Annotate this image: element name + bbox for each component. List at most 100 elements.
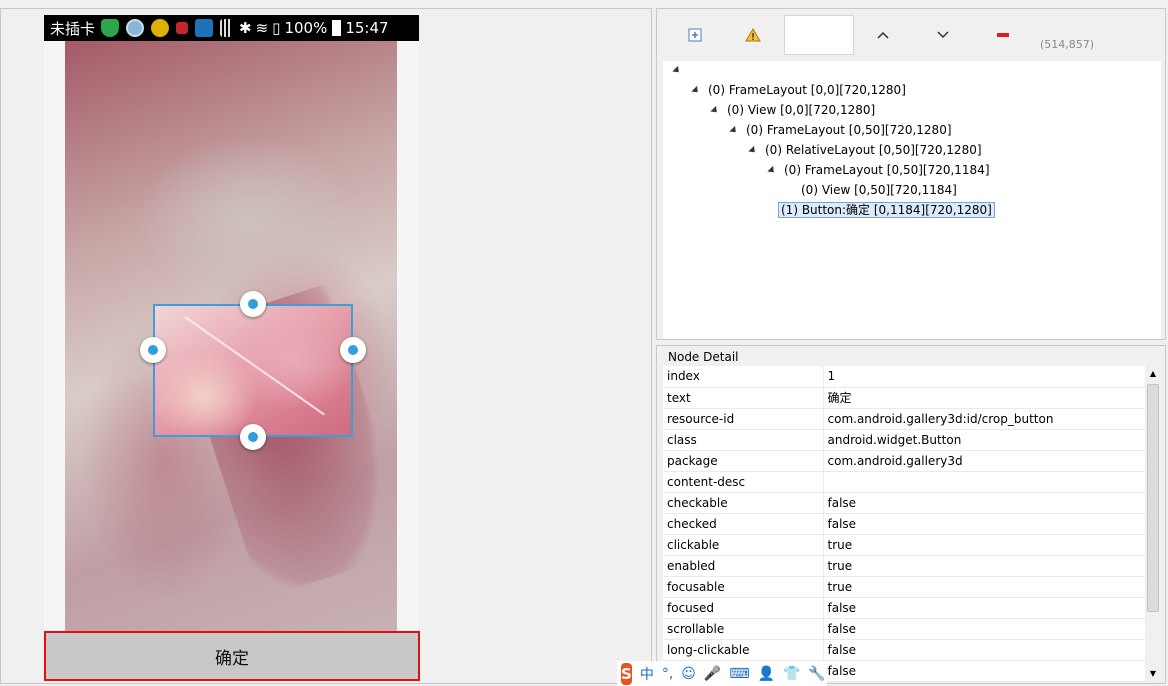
carrier-label: 未插卡: [50, 19, 96, 38]
crop-rectangle[interactable]: [153, 304, 353, 437]
detail-key: text: [663, 387, 824, 409]
detail-value[interactable]: com.android.gallery3d: [823, 450, 1145, 472]
minus-icon: [997, 33, 1009, 37]
crop-image[interactable]: [65, 41, 415, 639]
detail-key: resource-id: [663, 408, 824, 430]
tree-node[interactable]: (0) RelativeLayout [0,50][720,1280]: [748, 141, 982, 159]
crop-handle-bottom[interactable]: [240, 424, 266, 450]
crop-handle-left[interactable]: [140, 337, 166, 363]
move-up-button[interactable]: [872, 24, 894, 46]
crop-handle-top[interactable]: [240, 291, 266, 317]
status-bar: 未插卡 ✱ ≋ ▯ 100% 15:47: [44, 15, 419, 41]
remove-button[interactable]: [992, 24, 1014, 46]
confirm-button[interactable]: 确定: [44, 631, 420, 681]
detail-row[interactable]: class android.widget.Button: [663, 429, 1145, 451]
node-detail-table[interactable]: index 1 text 确定 resource-id com.android.gal…: [663, 366, 1145, 682]
warning-icon: [745, 28, 761, 42]
expand-all-button[interactable]: [684, 24, 706, 46]
punctuation-icon[interactable]: °,: [662, 666, 673, 682]
coordinate-readout: (514,857): [1040, 38, 1095, 51]
detail-row[interactable]: checkable false: [663, 492, 1145, 514]
tools-icon[interactable]: 🔧: [808, 666, 825, 682]
detail-value[interactable]: false: [823, 597, 1145, 619]
ime-toolbar[interactable]: S 中 °, ☺ 🎤 ⌨ 👤 👕 🔧: [617, 661, 827, 686]
detail-value[interactable]: false: [823, 513, 1145, 535]
expand-arrow-icon[interactable]: [691, 85, 701, 96]
detail-key: content-desc: [663, 471, 824, 493]
warning-button[interactable]: [742, 24, 764, 46]
expand-arrow-icon[interactable]: [748, 145, 758, 156]
detail-row[interactable]: resource-id com.android.gallery3d:id/crop…: [663, 408, 1145, 430]
keyboard-icon[interactable]: ⌨: [729, 666, 749, 682]
expand-arrow-icon[interactable]: [710, 105, 720, 116]
shield-icon: [101, 19, 120, 37]
detail-key: long-clickable: [663, 639, 824, 661]
tree-node[interactable]: (0) FrameLayout [0,0][720,1280]: [691, 81, 906, 99]
detail-row[interactable]: content-desc: [663, 471, 1145, 493]
tree-node[interactable]: (0) View [0,50][720,1184]: [801, 181, 957, 199]
toolbar: (514,857): [657, 9, 1165, 61]
detail-row[interactable]: clickable true: [663, 534, 1145, 556]
tree-node[interactable]: (0) FrameLayout [0,50][720,1184]: [767, 161, 990, 179]
detail-scrollbar[interactable]: ▲ ▼: [1145, 366, 1161, 682]
scroll-up-button[interactable]: ▲: [1145, 366, 1161, 382]
detail-value[interactable]: 确定: [823, 387, 1145, 409]
microphone-icon[interactable]: 🎤: [704, 666, 721, 682]
scroll-down-button[interactable]: ▼: [1145, 666, 1161, 682]
detail-row[interactable]: index 1: [663, 366, 1145, 388]
skin-icon[interactable]: 👕: [783, 666, 800, 682]
detail-row[interactable]: focusable true: [663, 576, 1145, 598]
device-screen[interactable]: 未插卡 ✱ ≋ ▯ 100% 15:47: [44, 15, 419, 683]
node-detail-panel: Node Detail index 1 text 确定 resource-id com…: [656, 345, 1166, 684]
chevron-down-icon: [937, 31, 949, 39]
battery-percent: 100%: [284, 19, 328, 37]
tree-node-root[interactable]: [672, 61, 689, 79]
detail-row[interactable]: enabled true: [663, 555, 1145, 577]
detail-value[interactable]: false: [823, 492, 1145, 514]
ime-mode-toggle[interactable]: 中: [640, 664, 654, 684]
tree-node-selected[interactable]: (1) Button:确定 [0,1184][720,1280]: [778, 201, 995, 219]
expand-arrow-icon[interactable]: [767, 165, 777, 176]
detail-value[interactable]: false: [823, 639, 1145, 661]
detail-row[interactable]: scrollable false: [663, 618, 1145, 640]
detail-value[interactable]: true: [823, 555, 1145, 577]
device-screen-panel: 未插卡 ✱ ≋ ▯ 100% 15:47 确定: [0, 8, 652, 684]
detail-key: index: [663, 366, 824, 388]
expand-arrow-icon[interactable]: [672, 65, 682, 76]
sogou-logo-icon[interactable]: S: [621, 662, 632, 685]
signal-icon: [220, 19, 233, 37]
scroll-thumb[interactable]: [1147, 384, 1159, 612]
user-icon[interactable]: 👤: [758, 666, 775, 682]
notification-icon: [176, 22, 189, 34]
search-input[interactable]: [784, 15, 854, 55]
detail-key: enabled: [663, 555, 824, 577]
detail-value[interactable]: true: [823, 576, 1145, 598]
detail-value[interactable]: [823, 471, 1145, 493]
detail-value[interactable]: com.android.gallery3d:id/crop_button: [823, 408, 1145, 430]
detail-value[interactable]: false: [823, 660, 1145, 682]
detail-row[interactable]: checked false: [663, 513, 1145, 535]
detail-value[interactable]: android.widget.Button: [823, 429, 1145, 451]
emoji-icon[interactable]: ☺: [681, 666, 696, 682]
expand-arrow-icon[interactable]: [729, 125, 739, 136]
detail-value[interactable]: 1: [823, 366, 1145, 388]
app-icon: [195, 19, 214, 37]
detail-key: package: [663, 450, 824, 472]
detail-row[interactable]: long-clickable false: [663, 639, 1145, 661]
detail-key: focusable: [663, 576, 824, 598]
hierarchy-tree[interactable]: (0) FrameLayout [0,0][720,1280] (0) View…: [663, 61, 1161, 339]
app-circle-icon: [126, 19, 145, 37]
detail-key: focused: [663, 597, 824, 619]
tree-node[interactable]: (0) FrameLayout [0,50][720,1280]: [729, 121, 952, 139]
move-down-button[interactable]: [932, 24, 954, 46]
bluetooth-icon: ✱: [239, 19, 252, 37]
sim-icon: ▯: [272, 19, 281, 37]
detail-value[interactable]: true: [823, 534, 1145, 556]
tree-node[interactable]: (0) View [0,0][720,1280]: [710, 101, 875, 119]
detail-key: class: [663, 429, 824, 451]
crop-handle-right[interactable]: [340, 337, 366, 363]
detail-row[interactable]: package com.android.gallery3d: [663, 450, 1145, 472]
detail-row[interactable]: focused false: [663, 597, 1145, 619]
detail-value[interactable]: false: [823, 618, 1145, 640]
detail-row[interactable]: text 确定: [663, 387, 1145, 409]
